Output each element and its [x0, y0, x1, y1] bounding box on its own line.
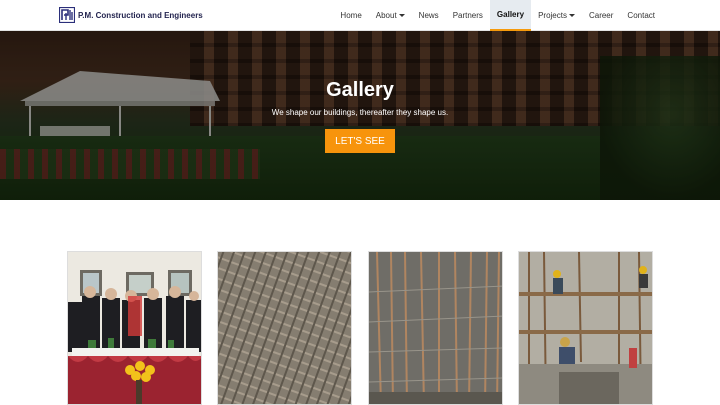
nav-label: Home: [340, 11, 362, 20]
nav-item-news[interactable]: News: [412, 0, 446, 31]
pm-logo-icon: [59, 7, 75, 23]
construction-site-photo: [519, 252, 652, 404]
brand-name: P.M. Construction and Engineers: [78, 10, 203, 20]
nav-label: Career: [588, 11, 614, 20]
lets-see-button[interactable]: LET'S SEE: [325, 129, 395, 153]
nav-item-projects[interactable]: Projects: [531, 0, 582, 31]
gallery-image-ceremony[interactable]: [67, 251, 202, 405]
brand-link[interactable]: P.M. Construction and Engineers: [59, 7, 203, 23]
nav-label: Partners: [452, 11, 483, 20]
nav-label: About: [375, 11, 397, 20]
nav-item-gallery[interactable]: Gallery: [489, 0, 532, 31]
nav-label: Gallery: [496, 10, 525, 19]
nav-item-partners[interactable]: Partners: [446, 0, 490, 31]
gallery-image-rebar-mesh[interactable]: [217, 251, 352, 405]
navbar: P.M. Construction and Engineers Home Abo…: [0, 0, 720, 31]
main-nav: Home About News Partners Gallery Project…: [333, 0, 662, 31]
gallery-image-construction-site[interactable]: [518, 251, 653, 405]
nav-item-about[interactable]: About: [369, 0, 412, 31]
rebar-columns-photo: [369, 252, 502, 404]
nav-item-home[interactable]: Home: [333, 0, 368, 31]
rebar-mesh-photo: [218, 252, 351, 404]
caret-down-icon: [568, 14, 575, 17]
nav-item-contact[interactable]: Contact: [620, 0, 662, 31]
ceremony-photo: [68, 252, 201, 404]
nav-label: Projects: [538, 11, 567, 20]
hero-subtitle: We shape our buildings, thereafter they …: [271, 108, 449, 117]
nav-label: Contact: [627, 11, 655, 20]
caret-down-icon: [398, 14, 405, 17]
gallery-image-rebar-columns[interactable]: [368, 251, 503, 405]
nav-label: News: [418, 11, 439, 20]
hero-banner: Gallery We shape our buildings, thereaft…: [0, 31, 720, 200]
nav-item-career[interactable]: Career: [582, 0, 620, 31]
hero-title: Gallery: [326, 79, 394, 101]
